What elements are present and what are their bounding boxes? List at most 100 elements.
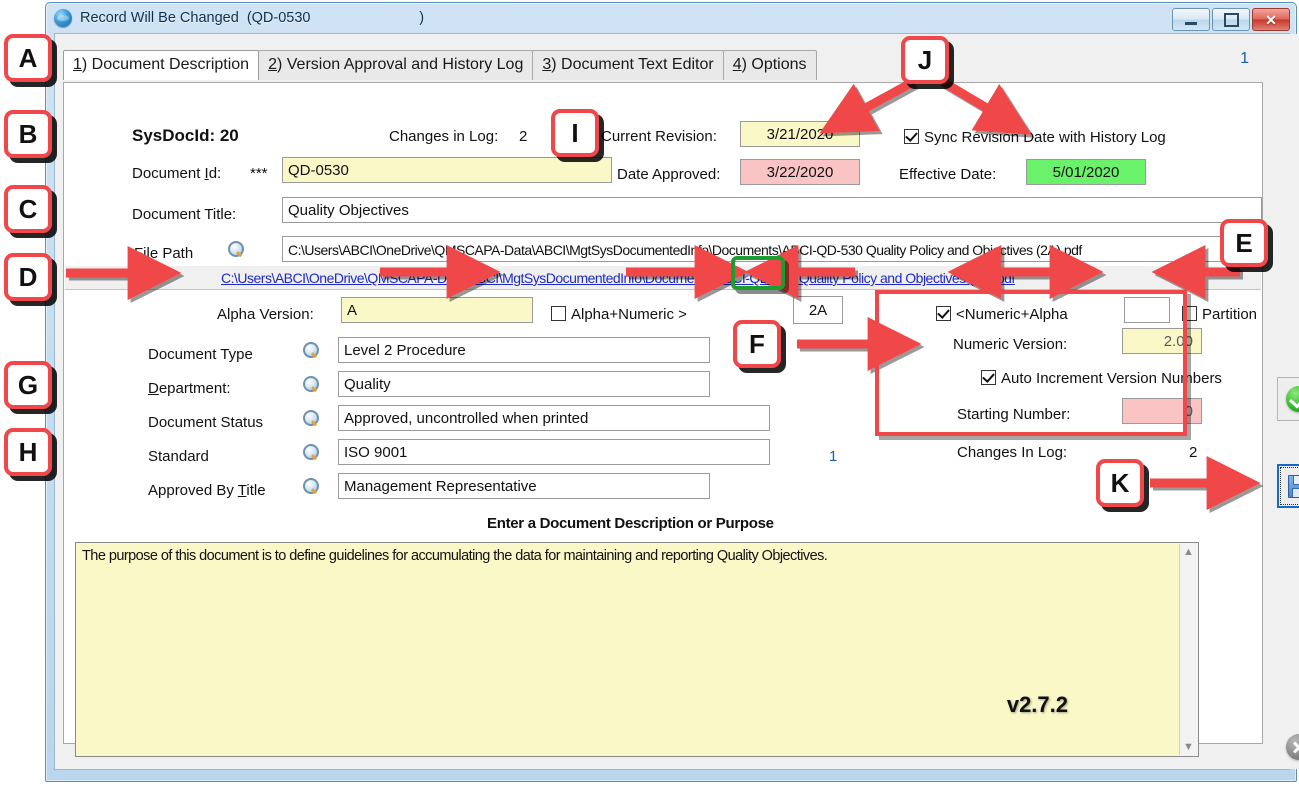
check-circle-icon — [1286, 386, 1299, 412]
annotation-badge-a: A — [4, 34, 52, 82]
row-label-document-status: Document Status — [148, 414, 263, 431]
maximize-icon — [1224, 13, 1239, 27]
corner-record-number: 1 — [1240, 50, 1249, 68]
tab-document-description[interactable]: 1) Document Description — [63, 50, 259, 80]
standard-row-count: 1 — [829, 448, 837, 465]
changes-in-log-value: 2 — [519, 128, 527, 145]
annotation-red-box-numeric-group — [875, 290, 1187, 436]
row-label-department: Department: — [148, 380, 231, 397]
tab-2-accesskey: 2 — [268, 56, 277, 73]
numeric-changes-in-log-label: Changes In Log: — [957, 444, 1067, 461]
document-id-label: Document Id: — [132, 165, 221, 182]
sync-revision-checkbox-box — [904, 129, 919, 144]
tab-3-accesskey: 3 — [542, 56, 551, 73]
file-path-search-icon[interactable] — [228, 241, 246, 259]
date-approved-field[interactable]: 3/22/2020 — [740, 159, 860, 185]
window-title: Record Will Be Changed (QD-0530 ) — [80, 10, 424, 26]
annotation-badge-g: G — [4, 361, 52, 409]
approved-by-label-part2: itle — [246, 482, 265, 499]
alpha-version-label: Alpha Version: — [217, 306, 314, 323]
annotation-badge-c: C — [4, 185, 52, 233]
alpha-numeric-checkbox[interactable]: Alpha+Numeric > — [551, 306, 687, 323]
scroll-up-icon[interactable]: ▲ — [1180, 544, 1197, 560]
tab-document-text-editor[interactable]: 3) Document Text Editor — [532, 50, 723, 80]
combined-version-field[interactable]: 2A — [793, 296, 843, 324]
close-icon: ✕ — [1265, 13, 1277, 27]
document-id-required-marker: *** — [250, 165, 268, 182]
ok-check-button[interactable] — [1277, 377, 1299, 421]
approved-by-title-field[interactable]: Management Representative — [338, 473, 710, 499]
file-path-label: File Path — [134, 245, 193, 262]
description-textarea[interactable]: The purpose of this document is to defin… — [75, 542, 1199, 757]
sync-revision-label: Sync Revision Date with History Log — [924, 129, 1166, 146]
numeric-changes-in-log-value: 2 — [1189, 444, 1197, 461]
annotation-badge-j: J — [901, 36, 949, 84]
row-label-approved-by-title: Approved By Title — [148, 482, 266, 499]
department-label-rest: epartment: — [159, 380, 231, 397]
file-path-hyperlink[interactable]: C:\Users\ABCI\OneDrive\QMSCAPA-Data\ABCI… — [221, 270, 1015, 286]
tab-2-label: ) Version Approval and History Log — [277, 56, 523, 73]
sysdocid-label: SysDocId: 20 — [132, 126, 239, 146]
maximize-button[interactable] — [1212, 8, 1250, 31]
description-text: The purpose of this document is to defin… — [82, 547, 1176, 566]
annotation-green-box-combined-version — [731, 256, 785, 290]
save-button[interactable] — [1277, 464, 1299, 508]
effective-date-field[interactable]: 5/01/2020 — [1026, 159, 1146, 185]
alpha-numeric-label: Alpha+Numeric > — [571, 306, 687, 323]
tab-4-accesskey: 4 — [733, 56, 742, 73]
document-id-field[interactable]: QD-0530 — [282, 157, 612, 183]
annotation-badge-k: K — [1096, 459, 1144, 507]
approved-by-search-icon[interactable] — [303, 478, 321, 496]
document-type-field[interactable]: Level 2 Procedure — [338, 337, 710, 363]
document-id-label-part1: Document — [132, 165, 205, 182]
tab-version-approval[interactable]: 2) Version Approval and History Log — [258, 50, 533, 80]
tab-4-label: ) Options — [742, 56, 807, 73]
document-status-field[interactable]: Approved, uncontrolled when printed — [338, 405, 770, 431]
effective-date-label: Effective Date: — [899, 166, 996, 183]
annotation-badge-d: D — [4, 253, 52, 301]
description-scrollbar[interactable]: ▲ ▼ — [1179, 544, 1197, 755]
current-revision-label: Current Revision: — [601, 128, 717, 145]
close-record-button[interactable] — [1286, 734, 1299, 760]
annotation-badge-b: B — [4, 110, 52, 158]
changes-in-log-label: Changes in Log: — [389, 128, 498, 145]
annotation-badge-i: I — [551, 109, 599, 157]
tab-strip: 1) Document Description 2) Version Appro… — [63, 50, 816, 80]
description-heading: Enter a Document Description or Purpose — [487, 515, 774, 532]
sync-revision-checkbox[interactable]: Sync Revision Date with History Log — [904, 129, 1166, 146]
title-bar[interactable]: Record Will Be Changed (QD-0530 ) ✕ — [46, 3, 1296, 33]
tab-options[interactable]: 4) Options — [723, 50, 817, 80]
document-status-search-icon[interactable] — [303, 410, 321, 428]
standard-search-icon[interactable] — [303, 444, 321, 462]
floppy-disk-icon — [1288, 475, 1299, 498]
annotation-badge-e: E — [1220, 219, 1268, 267]
tab-3-label: ) Document Text Editor — [551, 56, 713, 73]
document-id-label-part2: d: — [209, 165, 222, 182]
close-window-button[interactable]: ✕ — [1252, 8, 1290, 31]
minimize-button[interactable] — [1172, 8, 1210, 31]
globe-icon — [54, 9, 72, 27]
approved-by-label-part1: Approved By — [148, 482, 238, 499]
document-title-field[interactable]: Quality Objectives — [282, 197, 1262, 223]
partition-label: Partition — [1202, 306, 1257, 323]
partition-checkbox[interactable]: Partition — [1182, 306, 1257, 323]
minimize-icon — [1185, 22, 1197, 25]
department-search-icon[interactable] — [303, 376, 321, 394]
document-title-label: Document Title: — [132, 206, 236, 223]
document-type-search-icon[interactable] — [303, 342, 321, 360]
department-accesskey: D — [148, 380, 159, 397]
tab-1-label: ) Document Description — [82, 56, 249, 73]
scroll-down-icon[interactable]: ▼ — [1180, 739, 1197, 755]
window-controls: ✕ — [1172, 8, 1290, 31]
current-revision-field[interactable]: 3/21/2020 — [740, 121, 860, 147]
standard-field[interactable]: ISO 9001 — [338, 439, 770, 465]
tab-1-accesskey: 1 — [73, 56, 82, 73]
row-label-standard: Standard — [148, 448, 209, 465]
row-label-document-type: Document Type — [148, 346, 253, 363]
alpha-version-field[interactable]: A — [341, 297, 533, 323]
button-rail — [1263, 34, 1299, 769]
department-field[interactable]: Quality — [338, 371, 710, 397]
description-version-watermark: v2.7.2 — [1007, 692, 1068, 718]
annotation-badge-h: H — [4, 428, 52, 476]
date-approved-label: Date Approved: — [617, 166, 720, 183]
